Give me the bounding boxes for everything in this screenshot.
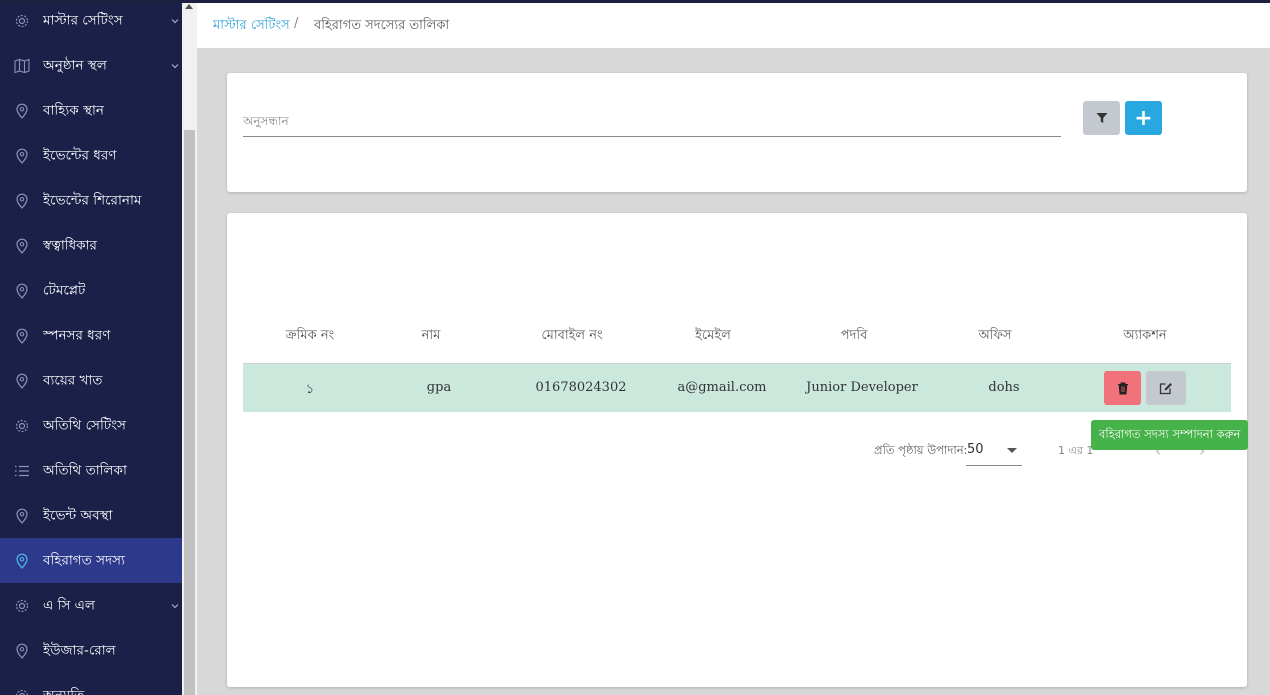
- page-range-label: 1 এর 1: [1058, 444, 1094, 457]
- sidebar-item-label: স্পনসর ধরণ: [43, 327, 111, 343]
- cell-serial: ১: [305, 382, 315, 397]
- sidebar-item-label: ইভেন্টের শিরোনাম: [43, 192, 142, 208]
- dropdown-arrow-icon: [1007, 448, 1017, 453]
- trash-icon: [1117, 382, 1128, 394]
- delete-button[interactable]: [1104, 371, 1141, 405]
- sidebar-item-guest-settings[interactable]: অতিথি সেটিংস: [0, 403, 182, 448]
- column-header-designation: পদবি: [840, 328, 868, 343]
- sidebar-item-expense-head[interactable]: ব্যয়ের খাত: [0, 358, 182, 403]
- items-per-page-label: প্রতি পৃষ্ঠায় উপাদান:: [874, 443, 968, 457]
- gear-icon: [15, 419, 29, 432]
- location-pin-icon: [16, 238, 28, 254]
- location-pin-icon: [16, 553, 28, 569]
- list-icon: [15, 465, 29, 476]
- sidebar-scrollbar[interactable]: [182, 0, 197, 695]
- search-card: +: [227, 73, 1247, 192]
- sidebar-item-label: ইভেন্টের ধরণ: [43, 147, 117, 163]
- sidebar-item-master-settings[interactable]: মাস্টার সেটিংস: [0, 0, 182, 43]
- chevron-down-icon: [171, 603, 179, 608]
- cell-email: a@gmail.com: [677, 380, 767, 395]
- sidebar-item-label: ব্যয়ের খাত: [43, 372, 103, 388]
- members-table-card: ক্রমিক নং নাম মোবাইল নং ইমেইল পদবি অফিস …: [227, 213, 1247, 687]
- sidebar-item-external-place[interactable]: বাহ্যিক স্থান: [0, 88, 182, 133]
- sidebar-item-user-role[interactable]: ইউজার-রোল: [0, 628, 182, 673]
- location-pin-icon: [16, 643, 28, 659]
- gear-icon: [15, 14, 29, 27]
- sidebar-item-ownership[interactable]: স্বত্বাধিকার: [0, 223, 182, 268]
- sidebar-item-event-title[interactable]: ইভেন্টের শিরোনাম: [0, 178, 182, 223]
- map-icon: [14, 58, 30, 73]
- location-pin-icon: [16, 373, 28, 389]
- sidebar-item-label: স্বত্বাধিকার: [43, 237, 97, 253]
- sidebar: মাস্টার সেটিংস অনুষ্ঠান স্থল বাহ্যিক স্থ…: [0, 0, 182, 695]
- top-border: [0, 0, 1270, 3]
- sidebar-item-label: অতিথি সেটিংস: [43, 417, 126, 433]
- search-input[interactable]: [243, 105, 1061, 137]
- sidebar-item-permission[interactable]: অনুমতি: [0, 673, 182, 695]
- column-header-office: অফিস: [978, 328, 1012, 343]
- sidebar-item-label: ইউজার-রোল: [43, 642, 116, 658]
- breadcrumb: মাস্টার সেটিংস / বহিরাগত সদস্যের তালিকা: [197, 3, 1270, 48]
- items-per-page-value: 50: [967, 442, 984, 457]
- items-per-page-select[interactable]: 50: [966, 435, 1022, 466]
- location-pin-icon: [16, 103, 28, 119]
- column-header-action: অ্যাকশন: [1123, 328, 1167, 343]
- sidebar-item-label: মাস্টার সেটিংস: [43, 12, 123, 28]
- sidebar-item-label: এ সি এল: [43, 597, 95, 613]
- chevron-down-icon: [171, 18, 179, 23]
- edit-button[interactable]: [1146, 371, 1186, 405]
- sidebar-item-sponsor-type[interactable]: স্পনসর ধরণ: [0, 313, 182, 358]
- column-header-mobile: মোবাইল নং: [541, 328, 603, 343]
- location-pin-icon: [16, 328, 28, 344]
- sidebar-item-label: বাহ্যিক স্থান: [43, 102, 104, 118]
- column-header-name: নাম: [421, 328, 441, 343]
- edit-icon: [1159, 382, 1172, 394]
- sidebar-item-label: বহিরাগত সদস্য: [43, 552, 125, 568]
- scroll-up-arrow-icon[interactable]: [185, 4, 193, 9]
- sidebar-item-label: ইভেন্ট অবস্থা: [43, 507, 113, 523]
- sidebar-item-label: অনুষ্ঠান স্থল: [43, 57, 107, 73]
- column-header-email: ইমেইল: [695, 328, 731, 343]
- table-row[interactable]: ১ gpa 01678024302 a@gmail.com Junior Dev…: [243, 364, 1231, 412]
- gear-icon: [15, 599, 29, 612]
- add-member-button[interactable]: +: [1125, 101, 1162, 135]
- breadcrumb-current: বহিরাগত সদস্যের তালিকা: [314, 18, 450, 33]
- sidebar-item-event-status[interactable]: ইভেন্ট অবস্থা: [0, 493, 182, 538]
- breadcrumb-separator: /: [294, 16, 299, 31]
- location-pin-icon: [16, 508, 28, 524]
- cell-office: dohs: [988, 380, 1020, 395]
- sidebar-item-acl[interactable]: এ সি এল: [0, 583, 182, 628]
- column-header-serial: ক্রমিক নং: [285, 328, 335, 343]
- sidebar-item-template[interactable]: টেমপ্লেট: [0, 268, 182, 313]
- breadcrumb-link-master-settings[interactable]: মাস্টার সেটিংস: [213, 16, 290, 37]
- sidebar-item-label: টেমপ্লেট: [43, 282, 86, 298]
- sidebar-item-event-type[interactable]: ইভেন্টের ধরণ: [0, 133, 182, 178]
- sidebar-item-venue[interactable]: অনুষ্ঠান স্থল: [0, 43, 182, 88]
- gear-icon: [15, 689, 29, 695]
- sidebar-item-external-member[interactable]: বহিরাগত সদস্য: [0, 538, 182, 583]
- sidebar-item-guest-list[interactable]: অতিথি তালিকা: [0, 448, 182, 493]
- sidebar-item-label: অতিথি তালিকা: [43, 462, 127, 478]
- location-pin-icon: [16, 283, 28, 299]
- cell-name: gpa: [426, 380, 452, 395]
- edit-tooltip: বহিরাগত সদস্য সম্পাদনা করুন: [1091, 420, 1249, 450]
- sidebar-item-label: অনুমতি: [43, 687, 85, 695]
- cell-mobile: 01678024302: [535, 380, 627, 395]
- chevron-down-icon: [171, 63, 179, 68]
- location-pin-icon: [16, 193, 28, 209]
- filter-icon: [1096, 113, 1107, 123]
- scrollbar-thumb[interactable]: [184, 130, 195, 695]
- cell-designation: Junior Developer: [806, 380, 918, 395]
- filter-button[interactable]: [1083, 101, 1120, 135]
- location-pin-icon: [16, 148, 28, 164]
